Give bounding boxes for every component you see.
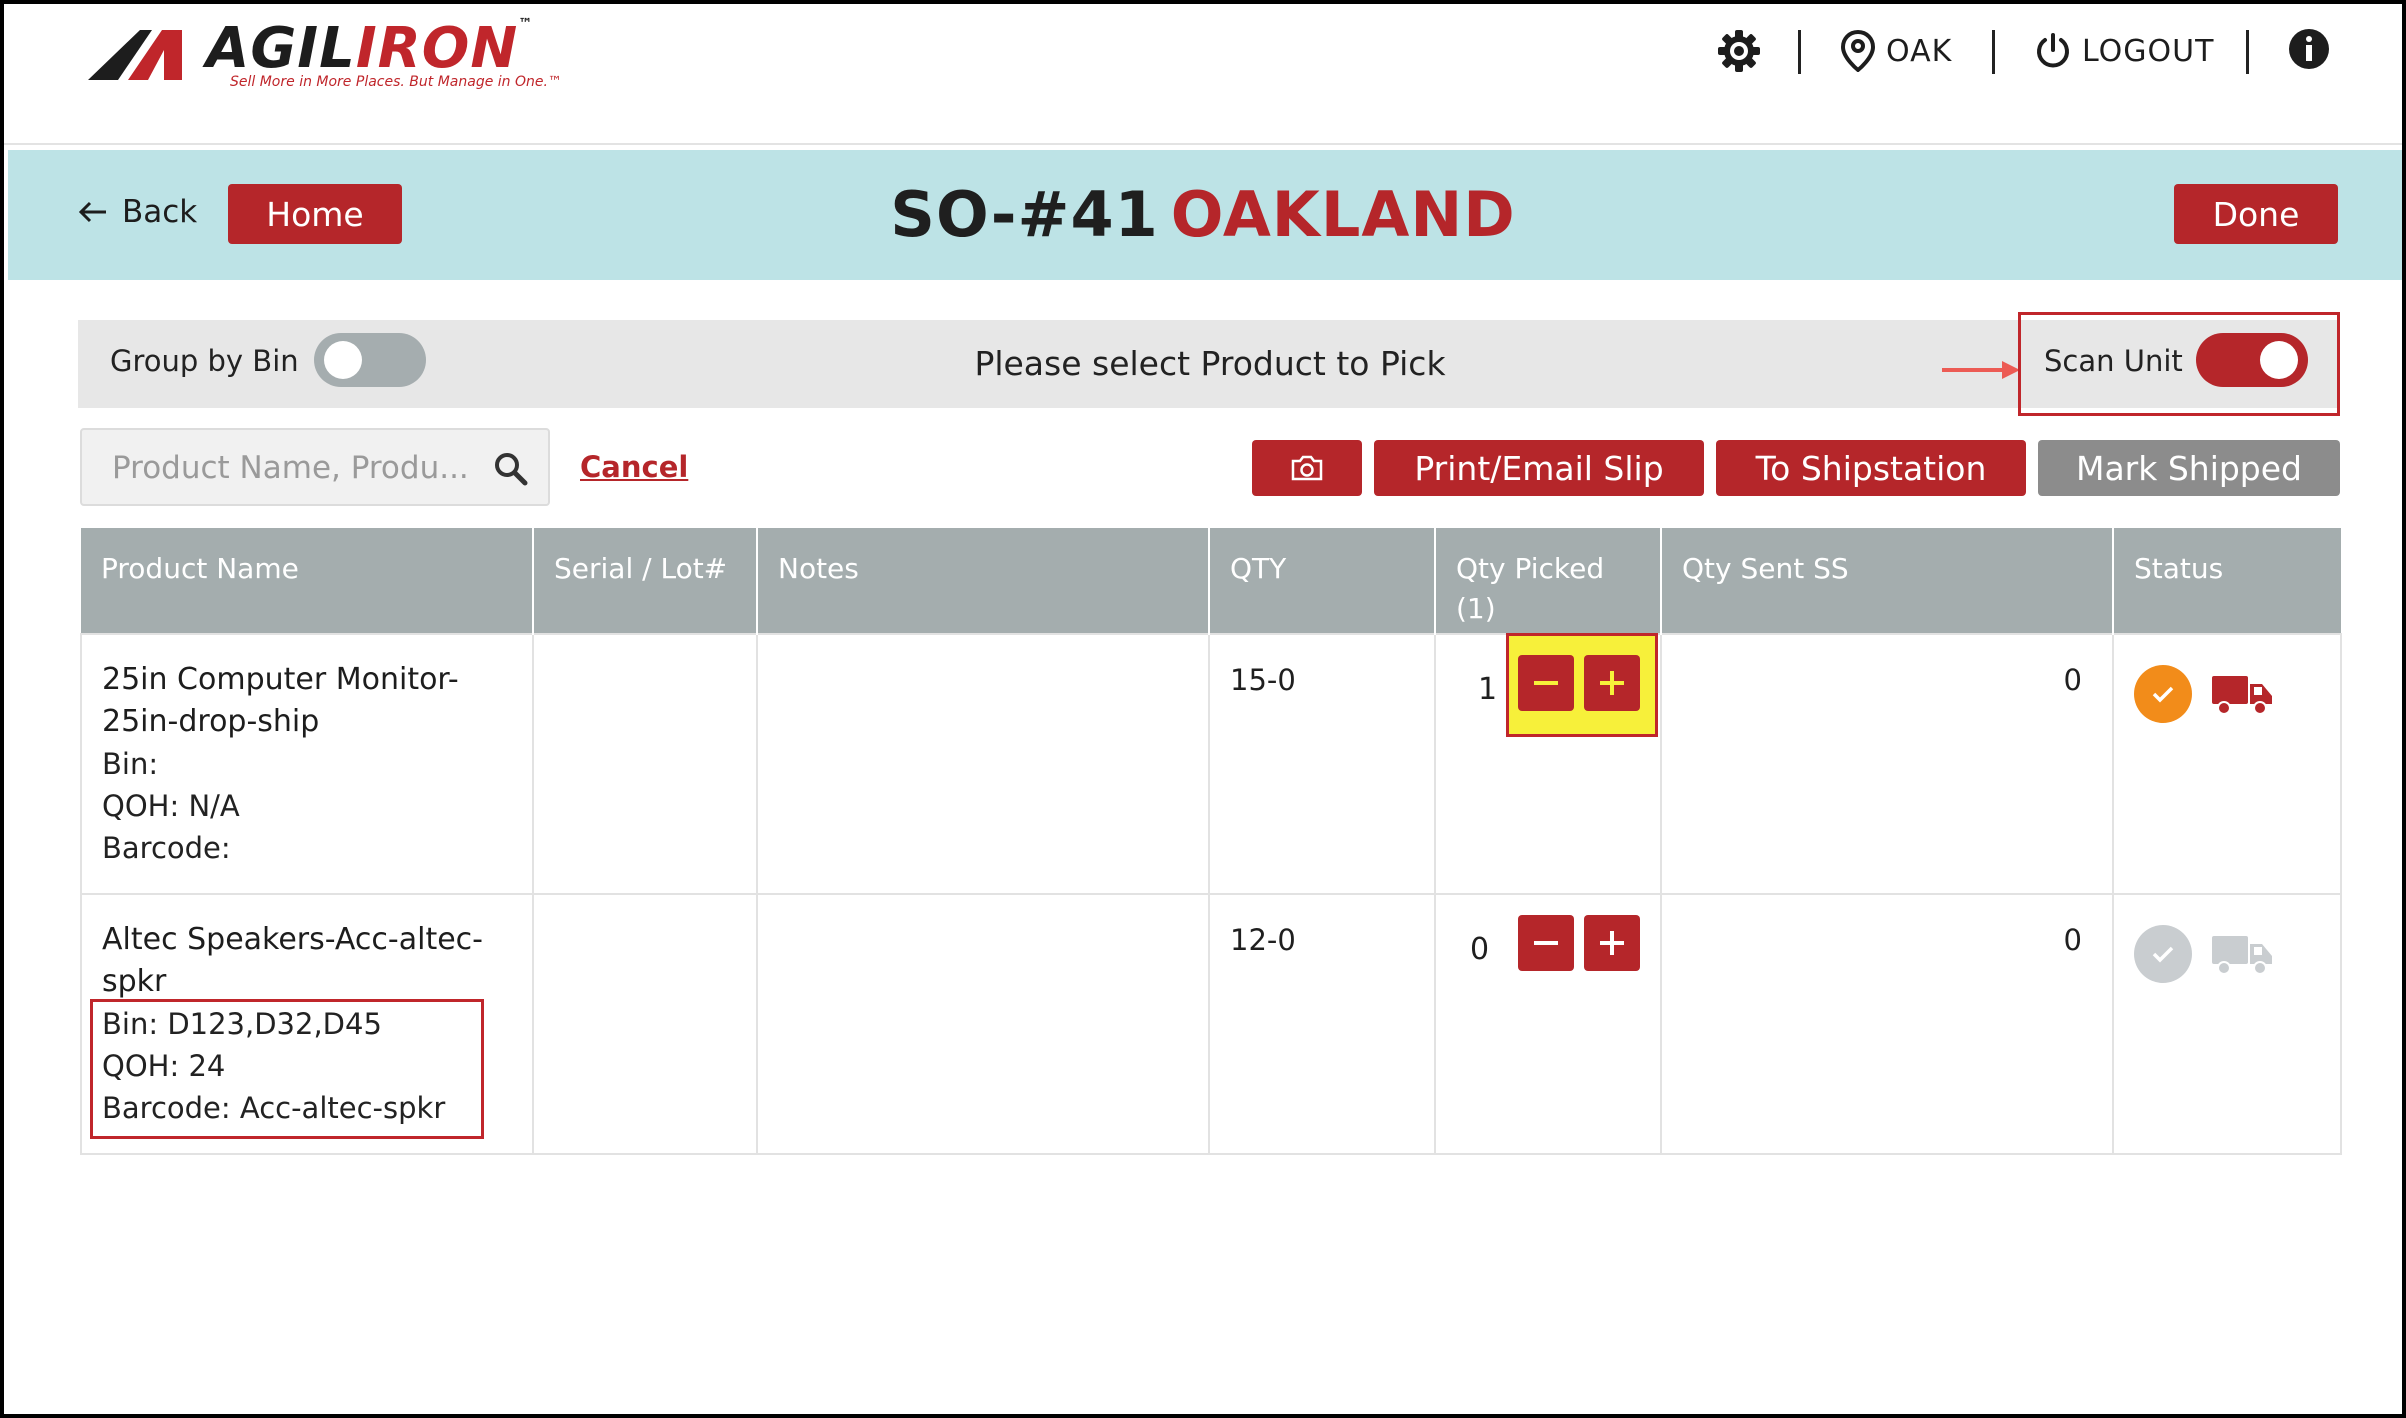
plus-icon [1600,931,1624,955]
pick-prompt: Please select Product to Pick [974,344,1446,383]
qty-stepper [1518,915,1640,971]
notes-cell [756,893,1210,1155]
picked-status-button[interactable] [2134,925,2192,983]
cancel-link[interactable]: Cancel [580,450,688,484]
minus-icon [1534,681,1558,685]
decrement-button[interactable] [1518,655,1574,711]
logout-label: LOGOUT [2082,33,2215,69]
status-cell [2112,633,2342,895]
increment-button[interactable] [1584,655,1640,711]
search-icon[interactable] [494,452,528,486]
product-qoh: QOH: N/A [102,789,240,823]
col-qty: QTY [1209,528,1436,634]
camera-icon [1291,455,1323,481]
qty-picked-cell: 1 [1434,633,1662,895]
logo-mark-icon [88,30,182,80]
qty-stepper [1518,655,1640,711]
product-bin: Bin: [102,747,159,781]
qty-picked-value: 0 [1470,932,1490,967]
group-by-bin-label: Group by Bin [110,344,299,378]
col-qty-picked: Qty Picked (1) [1435,528,1662,634]
location-pin-icon [1840,30,1876,72]
product-cell: Altec Speakers-Acc-altec-spkr Bin: D123,… [80,893,534,1155]
increment-button[interactable] [1584,915,1640,971]
toggle-knob [324,341,362,379]
logout-button[interactable]: LOGOUT [2034,32,2214,70]
scan-unit-label: Scan Unit [2044,344,2183,378]
arrow-right-icon [1942,361,2020,379]
minus-icon [1534,941,1558,945]
power-icon [2037,33,2069,68]
toggle-knob [2260,341,2298,379]
nav-divider [1798,30,1801,74]
check-icon [2152,686,2174,703]
page-title: SO-#41 OAKLAND [0,178,2406,251]
info-button[interactable] [2288,28,2330,70]
decrement-button[interactable] [1518,915,1574,971]
col-status: Status [2113,528,2341,634]
location-selector[interactable]: OAK [1840,30,1952,72]
status-cell [2112,893,2342,1155]
group-by-bin-toggle[interactable] [314,333,426,387]
qty-cell: 12-0 [1208,893,1436,1155]
search-input[interactable] [110,442,484,494]
scan-unit-toggle[interactable] [2196,333,2308,387]
truck-icon[interactable] [2210,672,2274,716]
qty-cell: 15-0 [1208,633,1436,895]
serial-cell [532,633,758,895]
col-notes: Notes [757,528,1210,634]
nav-divider [1992,30,1995,74]
nav-divider [2246,30,2249,74]
product-barcode: Barcode: [102,831,231,865]
order-number: SO-#41 [890,178,1159,251]
done-button[interactable]: Done [2174,184,2338,244]
info-icon [2289,29,2329,69]
table-row[interactable]: 25in Computer Monitor-25in-drop-ship Bin… [80,633,2342,895]
qty-picked-cell: 0 [1434,893,1662,1155]
top-bar-divider [4,143,2402,145]
table-header-row: Product Name Serial / Lot# Notes QTY Qty… [81,528,2341,634]
settings-button[interactable] [1716,28,1762,74]
mark-shipped-button[interactable]: Mark Shipped [2038,440,2340,496]
product-search [80,428,550,506]
gear-icon [1718,30,1760,72]
product-cell: 25in Computer Monitor-25in-drop-ship Bin… [80,633,534,895]
check-icon [2152,946,2174,963]
camera-button[interactable] [1252,440,1362,496]
product-name: Altec Speakers-Acc-altec-spkr [102,922,483,999]
qty-picked-value: 1 [1478,672,1498,707]
col-product-name: Product Name [81,528,534,634]
table-row[interactable]: Altec Speakers-Acc-altec-spkr Bin: D123,… [80,893,2342,1155]
plus-icon [1600,671,1624,695]
print-email-slip-button[interactable]: Print/Email Slip [1374,440,1704,496]
serial-cell [532,893,758,1155]
col-serial-lot: Serial / Lot# [533,528,758,634]
agiliron-logo[interactable]: AGILIRON™ Sell More in More Places. But … [88,16,562,96]
logo-wordmark: AGILIRON™ [206,16,534,81]
col-qty-sent-ss: Qty Sent SS [1661,528,2114,634]
order-location: OAKLAND [1170,178,1516,251]
pick-table: Product Name Serial / Lot# Notes QTY Qty… [80,528,2342,1155]
qty-sent-cell: 0 [1660,893,2114,1155]
notes-cell [756,633,1210,895]
to-shipstation-button[interactable]: To Shipstation [1716,440,2026,496]
truck-icon[interactable] [2210,932,2274,976]
qty-sent-cell: 0 [1660,633,2114,895]
picked-status-button[interactable] [2134,665,2192,723]
bin-info-highlight [90,999,484,1139]
product-name: 25in Computer Monitor-25in-drop-ship [102,662,459,739]
location-code: OAK [1886,33,1953,69]
logo-tagline: Sell More in More Places. But Manage in … [230,74,562,90]
